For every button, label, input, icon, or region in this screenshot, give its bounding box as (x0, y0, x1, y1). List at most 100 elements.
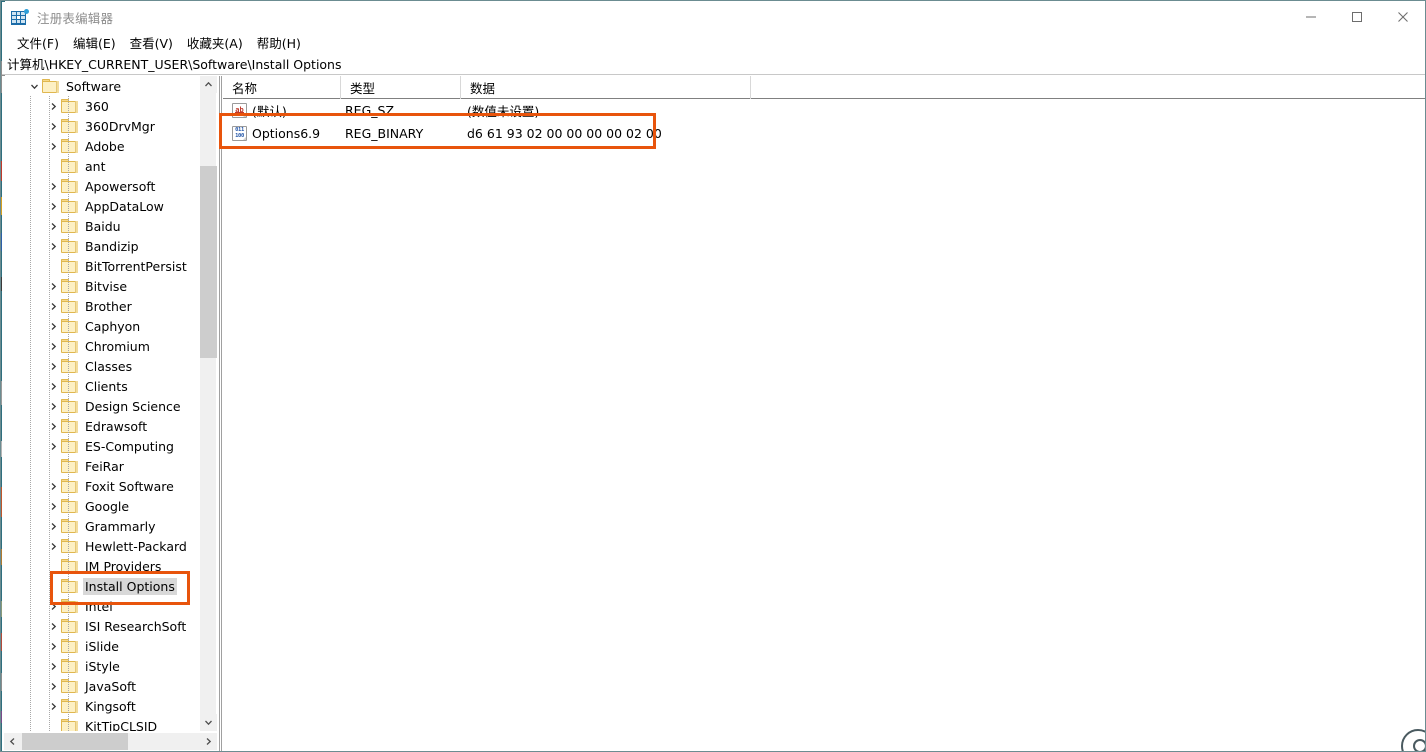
chevron-right-icon[interactable] (45, 676, 61, 696)
folder-icon (61, 599, 78, 613)
scroll-down-icon[interactable] (200, 714, 217, 731)
folder-icon (61, 679, 78, 693)
folder-icon (61, 179, 78, 193)
tree-node[interactable]: ES-Computing (6, 436, 200, 456)
chevron-right-icon[interactable] (45, 636, 61, 656)
chevron-right-icon[interactable] (45, 216, 61, 236)
tree-node[interactable]: JavaSoft (6, 676, 200, 696)
pane-splitter[interactable] (219, 76, 222, 751)
column-header-name[interactable]: 名称 (223, 76, 341, 99)
chevron-right-icon[interactable] (45, 496, 61, 516)
tree-node[interactable]: 360 (6, 96, 200, 116)
close-button[interactable] (1380, 2, 1425, 32)
chevron-right-icon[interactable] (45, 616, 61, 636)
menu-file[interactable]: 文件(F) (10, 32, 66, 54)
column-header-data[interactable]: 数据 (461, 76, 751, 99)
chevron-right-icon[interactable] (45, 656, 61, 676)
tree-scroll-thumb[interactable] (200, 166, 217, 358)
tree-node[interactable]: Grammarly (6, 516, 200, 536)
folder-icon (61, 479, 78, 493)
minimize-button[interactable] (1288, 2, 1334, 32)
menu-bar: 文件(F) 编辑(E) 查看(V) 收藏夹(A) 帮助(H) (2, 32, 1425, 54)
chevron-right-icon[interactable] (45, 276, 61, 296)
values-list[interactable]: ab (默认) REG_SZ (数值未设置) 011 100 Options6.9 REG_B… (223, 99, 1425, 145)
chevron-right-icon[interactable] (45, 236, 61, 256)
chevron-right-icon[interactable] (45, 696, 61, 716)
chevron-right-icon[interactable] (45, 336, 61, 356)
scroll-up-icon[interactable] (200, 76, 217, 93)
tree-node[interactable]: Chromium (6, 336, 200, 356)
tree-vertical-scrollbar[interactable] (199, 76, 217, 731)
address-bar[interactable]: 计算机\HKEY_CURRENT_USER\Software\Install O… (2, 53, 1425, 75)
chevron-right-icon[interactable] (45, 476, 61, 496)
chevron-right-icon[interactable] (45, 316, 61, 336)
tree-node-label: ES-Computing (85, 438, 174, 454)
tree-node[interactable]: ISI ResearchSoft (6, 616, 200, 636)
scroll-left-icon[interactable] (4, 733, 21, 750)
tree-node[interactable]: Hewlett-Packard (6, 536, 200, 556)
tree-node[interactable]: Clients (6, 376, 200, 396)
chevron-right-icon[interactable] (45, 176, 61, 196)
tree-node[interactable]: Apowersoft (6, 176, 200, 196)
tree-node[interactable]: Google (6, 496, 200, 516)
tree-node-label: FeiRar (85, 458, 124, 474)
chevron-right-icon[interactable] (45, 196, 61, 216)
tree-node[interactable]: Foxit Software (6, 476, 200, 496)
tree-node[interactable]: Caphyon (6, 316, 200, 336)
tree-node[interactable]: Baidu (6, 216, 200, 236)
tree-node[interactable]: Adobe (6, 136, 200, 156)
tree-node[interactable]: iStyle (6, 656, 200, 676)
chevron-right-icon[interactable] (45, 356, 61, 376)
tree-node-label: ISI ResearchSoft (85, 618, 187, 634)
chevron-right-icon[interactable] (45, 416, 61, 436)
chevron-right-icon[interactable] (45, 116, 61, 136)
tree-node[interactable]: KitTipCLSID (6, 716, 200, 731)
chevron-down-icon[interactable] (26, 76, 42, 96)
menu-help[interactable]: 帮助(H) (250, 32, 308, 54)
tree-node[interactable]: Classes (6, 356, 200, 376)
folder-icon (61, 719, 78, 731)
menu-favorites[interactable]: 收藏夹(A) (180, 32, 250, 54)
folder-icon (61, 559, 78, 573)
tree-node[interactable]: Brother (6, 296, 200, 316)
tree-node[interactable]: Intel (6, 596, 200, 616)
maximize-button[interactable] (1334, 2, 1380, 32)
column-header-type[interactable]: 类型 (341, 76, 461, 99)
tree-node[interactable]: IM Providers (6, 556, 200, 576)
chevron-right-icon[interactable] (45, 96, 61, 116)
tree-node-label: BitTorrentPersist (85, 258, 187, 274)
chevron-right-icon[interactable] (45, 376, 61, 396)
tree-node[interactable]: 360DrvMgr (6, 116, 200, 136)
chevron-right-icon[interactable] (45, 516, 61, 536)
folder-icon (61, 499, 78, 513)
chevron-right-icon[interactable] (45, 296, 61, 316)
tree-node[interactable]: Software (6, 76, 200, 96)
tree-node-label: JavaSoft (85, 678, 137, 694)
tree-node[interactable]: Bitvise (6, 276, 200, 296)
tree-node[interactable]: Design Science (6, 396, 200, 416)
folder-icon (61, 419, 78, 433)
chevron-right-icon[interactable] (45, 596, 61, 616)
chevron-right-icon[interactable] (45, 536, 61, 556)
tree-node[interactable]: Bandizip (6, 236, 200, 256)
tree-horizontal-scrollbar[interactable] (4, 733, 217, 750)
value-row[interactable]: 011 100 Options6.9 REG_BINARY d6 61 93 02 00… (223, 122, 1425, 145)
tree-node[interactable]: FeiRar (6, 456, 200, 476)
chevron-right-icon[interactable] (45, 396, 61, 416)
values-column-headers: 名称 类型 数据 (223, 76, 1425, 99)
chevron-right-icon[interactable] (45, 436, 61, 456)
tree-node[interactable]: Kingsoft (6, 696, 200, 716)
tree-node-selected[interactable]: Install Options (6, 576, 200, 596)
tree-node[interactable]: Edrawsoft (6, 416, 200, 436)
value-row[interactable]: ab (默认) REG_SZ (数值未设置) (223, 99, 1425, 122)
scroll-right-icon[interactable] (200, 733, 217, 750)
tree-hscroll-thumb[interactable] (22, 733, 128, 750)
tree-node[interactable]: AppDataLow (6, 196, 200, 216)
chevron-right-icon[interactable] (45, 136, 61, 156)
menu-edit[interactable]: 编辑(E) (66, 32, 123, 54)
registry-tree[interactable]: Software 360 360DrvMgr Adobe ant Apowersoft Ap… (6, 76, 200, 731)
tree-node[interactable]: ant (6, 156, 200, 176)
tree-node[interactable]: iSlide (6, 636, 200, 656)
menu-view[interactable]: 查看(V) (123, 32, 180, 54)
tree-node[interactable]: BitTorrentPersist (6, 256, 200, 276)
